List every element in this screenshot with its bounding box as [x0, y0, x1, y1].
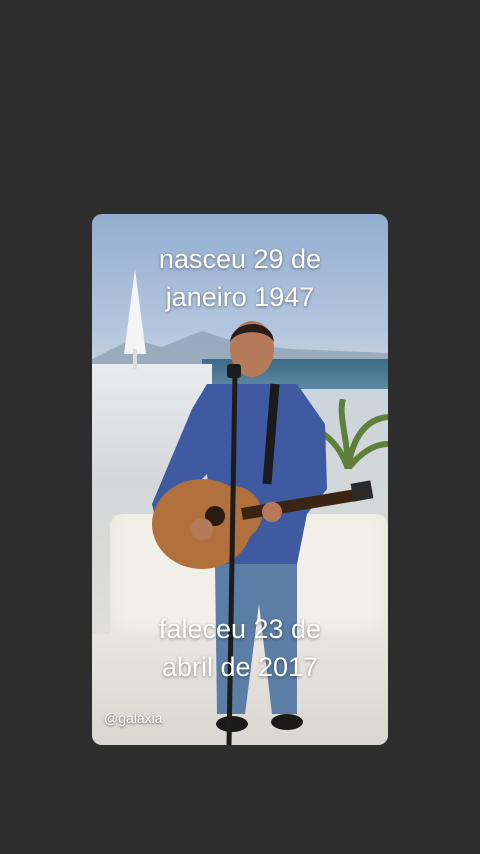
birth-caption-line1: nasceu 29 de: [158, 244, 322, 274]
birth-caption-line2: janeiro 1947: [165, 282, 315, 312]
watermark: @galáxia: [104, 710, 163, 726]
death-caption: faleceu 23 de abril de 2017: [92, 610, 388, 686]
story-video-frame[interactable]: nasceu 29 de janeiro 1947 faleceu 23 de …: [92, 214, 388, 745]
death-caption-line2: abril de 2017: [161, 652, 319, 682]
death-caption-line1: faleceu 23 de: [158, 614, 322, 644]
birth-caption: nasceu 29 de janeiro 1947: [92, 240, 388, 316]
